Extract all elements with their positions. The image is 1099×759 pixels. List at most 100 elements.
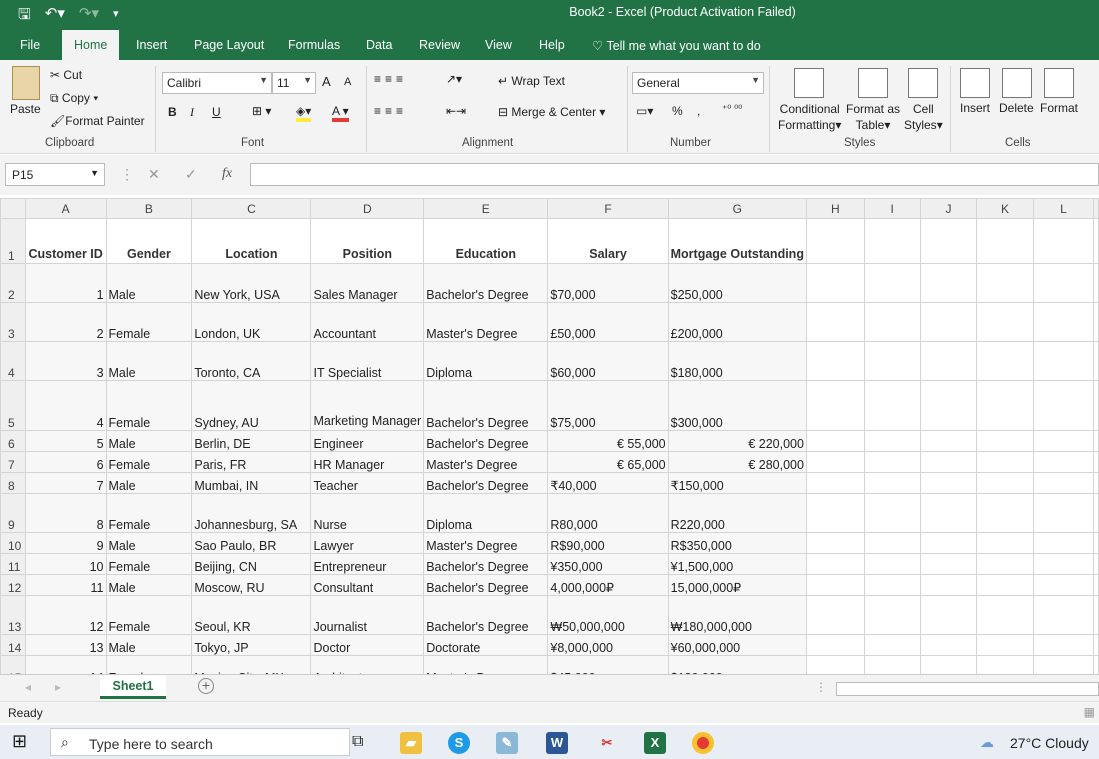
row-header[interactable]: 12 bbox=[0, 574, 26, 596]
empty-cell[interactable] bbox=[976, 472, 1034, 494]
empty-cell[interactable] bbox=[805, 553, 865, 575]
empty-cell[interactable] bbox=[919, 532, 978, 554]
table-cell[interactable]: Teacher bbox=[310, 472, 425, 494]
column-header-g[interactable]: G bbox=[667, 198, 807, 219]
table-cell[interactable]: Master's Degree bbox=[423, 655, 549, 674]
empty-cell[interactable] bbox=[805, 574, 865, 596]
column-title-cell[interactable]: Position bbox=[310, 218, 425, 264]
empty-cell[interactable] bbox=[919, 655, 978, 674]
empty-cell[interactable] bbox=[1093, 634, 1099, 656]
empty-cell[interactable] bbox=[976, 532, 1034, 554]
tab-data[interactable]: Data bbox=[366, 38, 392, 52]
tab-formulas[interactable]: Formulas bbox=[288, 38, 340, 52]
grow-font-button[interactable]: A bbox=[322, 74, 331, 89]
table-cell[interactable]: $45,000 bbox=[547, 655, 669, 674]
row-header[interactable]: 2 bbox=[0, 263, 26, 303]
table-cell[interactable]: 6 bbox=[24, 451, 107, 473]
scroll-left-icon[interactable]: ◂ bbox=[25, 680, 31, 694]
row-header[interactable]: 13 bbox=[0, 595, 26, 635]
table-cell[interactable]: Sao Paulo, BR bbox=[191, 532, 312, 554]
table-cell[interactable]: Male bbox=[105, 472, 193, 494]
table-cell[interactable]: Female bbox=[105, 380, 193, 431]
empty-cell[interactable] bbox=[1032, 595, 1095, 635]
table-cell[interactable]: Beijing, CN bbox=[191, 553, 312, 575]
select-all-corner[interactable] bbox=[0, 198, 26, 219]
empty-cell[interactable] bbox=[919, 553, 978, 575]
empty-cell[interactable] bbox=[1032, 574, 1095, 596]
font-color-button[interactable]: A ▾ bbox=[332, 104, 349, 122]
empty-cell[interactable] bbox=[976, 263, 1034, 303]
layout-icon[interactable]: ▦ bbox=[1084, 705, 1095, 719]
column-header-j[interactable]: J bbox=[919, 198, 978, 219]
empty-cell[interactable] bbox=[1032, 553, 1095, 575]
table-cell[interactable]: Female bbox=[105, 493, 193, 533]
table-cell[interactable]: Seoul, KR bbox=[191, 595, 312, 635]
table-cell[interactable]: Paris, FR bbox=[191, 451, 312, 473]
row-header[interactable]: 6 bbox=[0, 430, 26, 452]
empty-cell[interactable] bbox=[976, 595, 1034, 635]
table-cell[interactable]: Male bbox=[105, 430, 193, 452]
empty-cell[interactable] bbox=[863, 595, 921, 635]
table-cell[interactable]: 5 bbox=[24, 430, 107, 452]
empty-cell[interactable] bbox=[1093, 532, 1099, 554]
skype-icon[interactable]: S bbox=[448, 732, 470, 754]
format-painter-button[interactable]: 🖌Format Painter bbox=[50, 114, 145, 128]
table-cell[interactable]: Diploma bbox=[423, 341, 549, 381]
empty-cell[interactable] bbox=[1032, 451, 1095, 473]
table-cell[interactable]: Bachelor's Degree bbox=[423, 380, 549, 431]
table-cell[interactable]: Bachelor's Degree bbox=[423, 263, 549, 303]
empty-cell[interactable] bbox=[863, 218, 921, 264]
table-cell[interactable]: Bachelor's Degree bbox=[423, 595, 549, 635]
table-cell[interactable]: 15,000,000₽ bbox=[667, 574, 807, 596]
paste-button[interactable]: Paste bbox=[10, 102, 41, 116]
empty-cell[interactable] bbox=[805, 430, 865, 452]
empty-cell[interactable] bbox=[976, 302, 1034, 342]
table-cell[interactable]: Female bbox=[105, 553, 193, 575]
empty-cell[interactable] bbox=[976, 634, 1034, 656]
empty-cell[interactable] bbox=[805, 472, 865, 494]
empty-cell[interactable] bbox=[863, 430, 921, 452]
formula-input[interactable] bbox=[250, 163, 1099, 186]
empty-cell[interactable] bbox=[1032, 380, 1095, 431]
borders-icon[interactable]: ⊞ ▾ bbox=[252, 104, 271, 118]
table-cell[interactable]: 10 bbox=[24, 553, 107, 575]
table-cell[interactable]: Mumbai, IN bbox=[191, 472, 312, 494]
horizontal-align-icons[interactable]: ≡≡≡ bbox=[374, 104, 407, 118]
empty-cell[interactable] bbox=[1032, 532, 1095, 554]
table-cell[interactable]: Lawyer bbox=[310, 532, 425, 554]
table-cell[interactable]: ₹40,000 bbox=[547, 472, 669, 494]
table-cell[interactable]: $75,000 bbox=[547, 380, 669, 431]
underline-button[interactable]: U bbox=[212, 105, 221, 119]
empty-cell[interactable] bbox=[1093, 472, 1099, 494]
empty-cell[interactable] bbox=[805, 380, 865, 431]
table-cell[interactable]: 9 bbox=[24, 532, 107, 554]
format-cells-icon[interactable] bbox=[1044, 68, 1074, 98]
empty-cell[interactable] bbox=[805, 655, 865, 674]
column-header-a[interactable]: A bbox=[24, 198, 107, 219]
bold-button[interactable]: B bbox=[168, 105, 177, 119]
conditional-formatting-button[interactable]: Conditional Formatting▾ bbox=[778, 101, 841, 133]
insert-function-icon[interactable]: fx bbox=[222, 166, 232, 182]
table-cell[interactable]: Berlin, DE bbox=[191, 430, 312, 452]
empty-cell[interactable] bbox=[805, 341, 865, 381]
table-cell[interactable]: Toronto, CA bbox=[191, 341, 312, 381]
column-header-h[interactable]: H bbox=[805, 198, 865, 219]
empty-cell[interactable] bbox=[805, 451, 865, 473]
table-cell[interactable]: 14 bbox=[24, 655, 107, 674]
table-cell[interactable]: Tokyo, JP bbox=[191, 634, 312, 656]
table-cell[interactable]: $300,000 bbox=[667, 380, 807, 431]
row-header[interactable]: 5 bbox=[0, 380, 26, 431]
wrap-text-button[interactable]: ↵ Wrap Text bbox=[498, 74, 565, 88]
table-cell[interactable]: ¥350,000 bbox=[547, 553, 669, 575]
column-title-cell[interactable]: Customer ID bbox=[24, 218, 107, 264]
horizontal-scrollbar[interactable] bbox=[836, 682, 1099, 696]
table-cell[interactable]: Bachelor's Degree bbox=[423, 574, 549, 596]
table-cell[interactable]: ₩50,000,000 bbox=[547, 595, 669, 635]
percent-button[interactable]: % bbox=[672, 104, 683, 118]
delete-cells-button[interactable]: Delete bbox=[999, 101, 1034, 115]
empty-cell[interactable] bbox=[805, 634, 865, 656]
cut-button[interactable]: ✂ Cut bbox=[50, 68, 82, 82]
tab-insert[interactable]: Insert bbox=[136, 38, 167, 52]
row-header[interactable]: 11 bbox=[0, 553, 26, 575]
windows-start-icon[interactable]: ⊞ bbox=[12, 731, 27, 752]
